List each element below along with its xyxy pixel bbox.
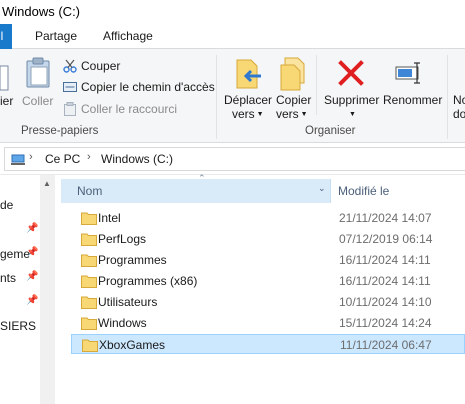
file-list: Nom ⌃ ⌄ Modifié le Intel 21/11/2024 14:0… [61, 173, 465, 404]
chevron-down-icon[interactable]: ▼ [349, 111, 356, 118]
folder-icon [81, 254, 97, 267]
file-row-selected[interactable]: XboxGames 11/11/2024 06:47 [71, 334, 465, 354]
copy-path-button[interactable]: Copier le chemin d'accès [81, 80, 215, 94]
clipboard-icon [0, 65, 9, 91]
chevron-down-icon: ▼ [256, 111, 264, 118]
file-row[interactable]: Programmes 16/11/2024 14:11 [71, 250, 465, 270]
copy-to-icon [280, 57, 305, 91]
move-to-button-line2: vers ▼ [232, 107, 264, 121]
copy-to-button[interactable]: Copier [276, 93, 311, 107]
folder-icon [81, 296, 97, 309]
delete-button[interactable]: Supprimer [324, 93, 379, 107]
tab-file[interactable]: il [0, 24, 12, 49]
new-folder-button-line2: do [453, 107, 465, 121]
sort-up-icon: ⌃ [198, 173, 206, 183]
chevron-down-icon: ▼ [300, 111, 308, 118]
paste-shortcut-icon [64, 102, 76, 116]
paste-label[interactable]: ier [0, 94, 13, 108]
file-row[interactable]: Utilisateurs 10/11/2024 14:10 [71, 292, 465, 312]
navigation-pane: de geme nts SIERS S 📌 📌 📌 📌 ▲ [0, 175, 55, 404]
ribbon-separator [316, 55, 317, 115]
copy-to-button-line2: vers ▼ [276, 107, 308, 121]
file-row[interactable]: Windows 15/11/2024 14:24 [71, 313, 465, 333]
title-bar: Windows (C:) [0, 0, 465, 24]
ribbon-separator [216, 55, 217, 139]
ribbon-separator [447, 55, 448, 139]
chevron-right-icon[interactable]: › [87, 151, 91, 163]
computer-icon [11, 154, 25, 165]
ribbon-tabs: il Partage Affichage [0, 24, 465, 49]
tab-share[interactable]: Partage [35, 24, 77, 49]
folder-icon [81, 317, 97, 330]
paste-clipboard-icon [26, 57, 50, 88]
rename-button[interactable]: Renommer [383, 93, 442, 107]
nav-item[interactable]: de [0, 198, 13, 212]
tab-view[interactable]: Affichage [103, 24, 153, 49]
address-field[interactable]: › Ce PC › Windows (C:) [4, 147, 465, 171]
folder-icon [81, 275, 97, 288]
folder-icon [81, 212, 97, 225]
move-to-button[interactable]: Déplacer [224, 93, 272, 107]
scroll-up-icon[interactable]: ▲ [43, 179, 51, 188]
window-title: Windows (C:) [2, 4, 81, 19]
file-row[interactable]: Intel 21/11/2024 14:07 [71, 208, 465, 228]
rename-icon [395, 62, 420, 84]
scissors-icon [63, 59, 77, 73]
paste-shortcut-button[interactable]: Coller le raccourci [81, 102, 177, 116]
file-row[interactable]: Programmes (x86) 16/11/2024 14:11 [71, 271, 465, 291]
cut-button[interactable]: Couper [81, 59, 120, 73]
pin-icon: 📌 [26, 223, 39, 234]
move-to-icon [236, 59, 261, 89]
pin-icon: 📌 [26, 247, 39, 258]
pin-icon: 📌 [26, 295, 39, 306]
folder-icon [81, 233, 97, 246]
chevron-right-icon[interactable]: › [29, 151, 33, 163]
clipboard-group-label: Presse-papiers [21, 125, 99, 137]
new-folder-button[interactable]: No [453, 93, 465, 107]
breadcrumb-drive[interactable]: Windows (C:) [101, 152, 173, 166]
file-row[interactable]: PerfLogs 07/12/2019 06:14 [71, 229, 465, 249]
nav-item[interactable]: nts [0, 271, 16, 285]
nav-scrollbar[interactable]: ▲ [40, 175, 55, 404]
folder-icon [82, 339, 98, 352]
paste-button[interactable]: Coller [22, 94, 53, 108]
ribbon: ier Coller Couper Copier le chemin d'acc… [0, 49, 465, 143]
address-bar: › Ce PC › Windows (C:) [0, 143, 465, 175]
breadcrumb-this-pc[interactable]: Ce PC [45, 152, 80, 166]
column-name-header[interactable]: Nom ⌃ ⌄ [61, 173, 331, 203]
copy-path-icon [63, 82, 77, 92]
column-headers: Nom ⌃ ⌄ Modifié le [61, 173, 465, 203]
pin-icon: 📌 [26, 271, 39, 282]
organize-group-label: Organiser [305, 125, 356, 137]
chevron-down-icon[interactable]: ⌄ [318, 183, 326, 194]
delete-icon [338, 60, 364, 86]
